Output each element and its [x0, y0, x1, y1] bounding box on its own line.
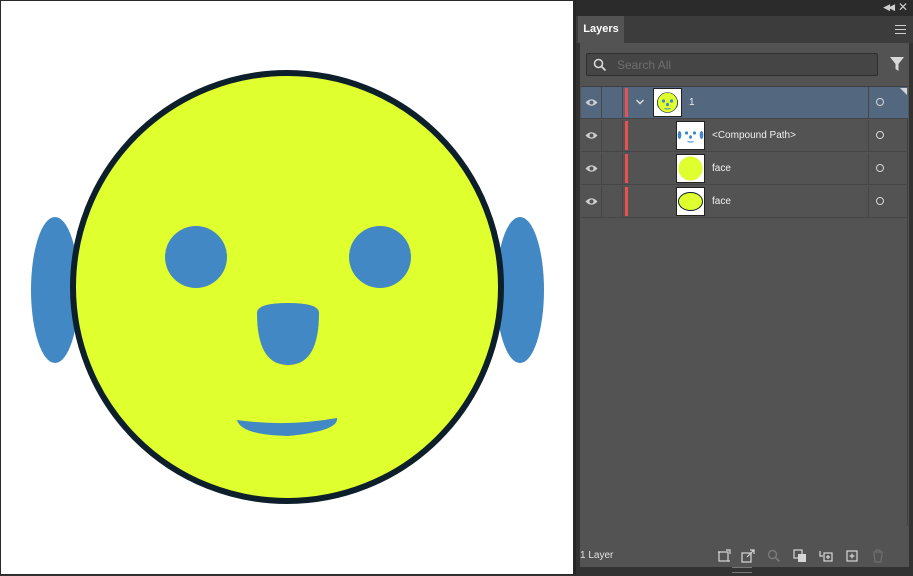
target-icon[interactable]	[876, 164, 884, 172]
layer-color-indicator	[625, 154, 628, 183]
face-circle[interactable]	[70, 70, 504, 504]
layer-thumbnail	[676, 121, 705, 150]
export-icon[interactable]	[741, 549, 755, 563]
layer-row-face[interactable]: face	[581, 153, 908, 185]
layer-color-indicator	[625, 187, 628, 216]
left-eye[interactable]	[165, 226, 227, 288]
layer-name[interactable]: face	[712, 153, 731, 185]
locate-object-icon[interactable]	[767, 549, 781, 563]
artwork	[31, 70, 544, 504]
artboard-canvas[interactable]	[0, 0, 574, 575]
delete-icon[interactable]	[871, 549, 885, 563]
visibility-toggle[interactable]	[581, 87, 602, 119]
chevron-down-icon[interactable]	[635, 98, 645, 106]
layer-thumbnail	[676, 187, 705, 216]
create-new-layer-icon[interactable]	[845, 549, 859, 563]
layer-row-face-outline[interactable]: face	[581, 186, 908, 218]
layer-row-1[interactable]: 1	[581, 87, 908, 119]
make-clipping-mask-icon[interactable]	[793, 549, 807, 563]
target-icon[interactable]	[876, 197, 884, 205]
create-new-sublayer-icon[interactable]	[819, 549, 833, 563]
layer-name[interactable]: <Compound Path>	[712, 120, 796, 152]
filter-icon[interactable]	[889, 56, 905, 72]
layer-color-indicator	[625, 88, 628, 117]
target-icon[interactable]	[876, 98, 884, 106]
lock-toggle[interactable]	[602, 186, 623, 218]
collect-for-export-icon[interactable]	[717, 549, 731, 563]
layers-panel: ◀◀ ✕ Layers Search All 1 <Compound Path>…	[576, 0, 913, 575]
search-box[interactable]	[586, 53, 878, 76]
eye-icon	[585, 132, 598, 139]
panel-title-bar[interactable]: ◀◀ ✕	[576, 0, 913, 16]
lock-toggle[interactable]	[602, 153, 623, 185]
layer-name[interactable]: face	[712, 186, 731, 218]
lock-toggle[interactable]	[602, 120, 623, 152]
panel-resize-grip[interactable]	[732, 567, 752, 573]
visibility-toggle[interactable]	[581, 186, 602, 218]
layer-count: 1 Layer	[580, 550, 614, 561]
panel-tab-strip: Layers	[576, 16, 913, 43]
collapse-panel-icon[interactable]: ◀◀	[883, 2, 895, 13]
target-icon[interactable]	[876, 131, 884, 139]
lock-toggle[interactable]	[602, 87, 623, 119]
layer-thumbnail	[676, 154, 705, 183]
layer-thumbnail	[653, 88, 682, 117]
tab-layers[interactable]: Layers	[578, 16, 624, 43]
layer-name[interactable]: 1	[689, 87, 695, 119]
panel-footer: 1 Layer	[580, 545, 909, 567]
selection-corner-indicator	[900, 88, 907, 95]
eye-icon	[585, 99, 598, 106]
visibility-toggle[interactable]	[581, 120, 602, 152]
layer-color-indicator	[625, 121, 628, 150]
panel-menu-icon[interactable]	[895, 25, 906, 34]
eye-icon	[585, 198, 598, 205]
eye-icon	[585, 165, 598, 172]
search-input[interactable]	[617, 56, 867, 74]
search-icon	[593, 58, 607, 72]
right-eye[interactable]	[349, 226, 411, 288]
layer-row-compound-path[interactable]: <Compound Path>	[581, 120, 908, 152]
panel-body: 1	[580, 43, 909, 545]
layer-list: 1 <Compound Path> face face	[581, 86, 908, 526]
visibility-toggle[interactable]	[581, 153, 602, 185]
close-icon[interactable]: ✕	[898, 0, 908, 14]
